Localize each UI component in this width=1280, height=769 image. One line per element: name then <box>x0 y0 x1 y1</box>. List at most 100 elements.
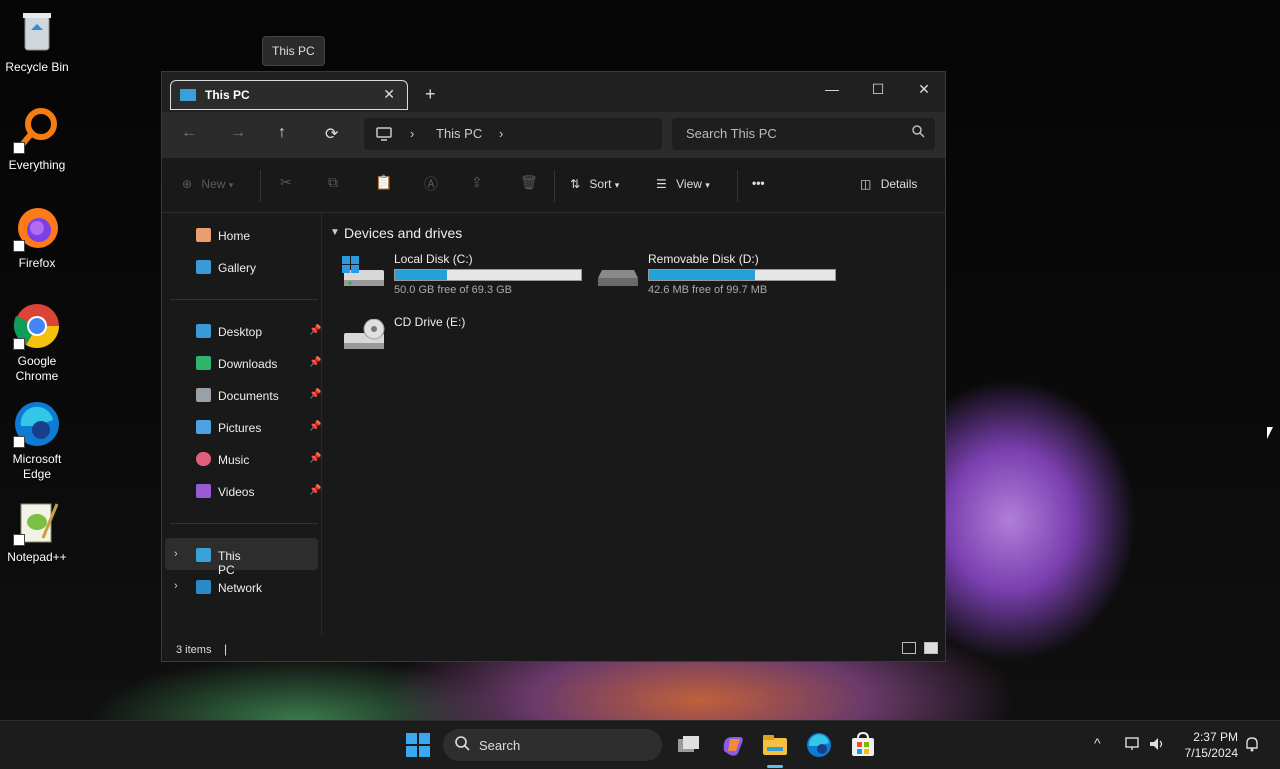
tab-close-button[interactable]: ✕ <box>383 86 395 103</box>
start-icon[interactable] <box>404 731 432 759</box>
desktop-icon-firefox[interactable]: Firefox <box>0 204 74 271</box>
copilot-icon[interactable] <box>718 731 746 759</box>
pictures-folder-icon <box>196 420 211 434</box>
drive-free-space: 42.6 MB free of 99.7 MB <box>648 284 768 296</box>
copy-icon[interactable]: ⧉ <box>328 174 338 191</box>
sort-label: Sort <box>589 177 612 191</box>
minimize-button[interactable]: — <box>812 77 852 101</box>
taskbar-search[interactable]: Search <box>443 729 662 761</box>
up-button[interactable]: ↑ <box>278 124 286 142</box>
notification-bell-icon[interactable] <box>1244 735 1260 753</box>
tooltip: This PC <box>262 36 325 66</box>
sidebar-item-label: Documents <box>218 389 279 403</box>
details-pane-icon: ◫ <box>860 177 872 191</box>
cd-drive-icon <box>344 319 385 349</box>
breadcrumb-separator[interactable]: › <box>410 126 414 141</box>
file-explorer-icon[interactable] <box>761 731 789 759</box>
group-header-devices-and-drives[interactable]: Devices and drives <box>344 225 462 241</box>
sidebar-item-label: Pictures <box>218 421 262 435</box>
search-icon <box>455 736 470 751</box>
drive-usage-fill <box>649 270 756 280</box>
address-field[interactable]: › This PC › <box>364 118 662 150</box>
show-hidden-icons-button[interactable]: ^ <box>1094 735 1101 751</box>
pin-icon[interactable]: 📌 <box>309 389 321 400</box>
desktop-icon-notepad-plus-plus[interactable]: Notepad++ <box>0 498 74 565</box>
desktop-icon-label: Firefox <box>18 256 56 270</box>
view-button[interactable]: ☰ View ▾ <box>656 177 710 191</box>
new-tab-button[interactable]: + <box>425 84 436 105</box>
volume-icon[interactable] <box>1148 736 1166 752</box>
drive-usage-bar <box>394 269 582 281</box>
desktop-icon-google-chrome[interactable]: Google Chrome <box>0 302 74 384</box>
removable-disk-icon <box>598 270 638 286</box>
taskbar-search-label: Search <box>479 738 521 753</box>
network-tray-icon[interactable] <box>1124 736 1142 752</box>
taskbar-clock[interactable]: 2:37 PM 7/15/2024 <box>1178 729 1238 761</box>
view-list-icon: ☰ <box>656 177 667 191</box>
desktop-icon-label: Google Chrome <box>15 354 59 383</box>
sort-button[interactable]: ⇅ Sort ▾ <box>570 177 619 191</box>
close-button[interactable]: ✕ <box>904 77 944 101</box>
desktop-icon-microsoft-edge[interactable]: Microsoft Edge <box>0 400 74 482</box>
details-button[interactable]: ◫ Details <box>860 177 917 191</box>
desktop-icon-everything[interactable]: Everything <box>0 106 74 173</box>
breadcrumb-separator[interactable]: › <box>499 126 503 141</box>
this-pc-icon <box>196 548 211 562</box>
monitor-icon <box>180 89 196 101</box>
microsoft-store-icon[interactable] <box>849 731 877 759</box>
file-explorer-window: This PC ✕ + — ☐ ✕ ← → ↑ ⟳ › This PC › Se… <box>161 71 946 662</box>
delete-icon[interactable]: 🗑 <box>520 174 538 191</box>
paste-icon[interactable]: 📋 <box>375 174 392 191</box>
gallery-icon <box>196 260 211 274</box>
drive-name: Removable Disk (D:) <box>648 252 759 266</box>
forward-button[interactable]: → <box>230 124 246 142</box>
chrome-icon <box>13 302 61 350</box>
more-options-button[interactable]: ••• <box>752 176 765 190</box>
drive-name: Local Disk (C:) <box>394 252 473 266</box>
drive-cd-drive-e[interactable]: CD Drive (E:) <box>342 315 542 351</box>
sidebar-item-label: This PC <box>218 549 241 577</box>
edge-icon[interactable] <box>805 731 833 759</box>
notepad-plus-plus-icon <box>13 498 61 546</box>
taskbar: Search ^ 2:37 PM 7/15/2024 <box>0 720 1280 769</box>
maximize-button[interactable]: ☐ <box>858 77 898 101</box>
chevron-down-icon[interactable]: ▼ <box>330 227 340 238</box>
drive-removable-disk-d[interactable]: Removable Disk (D:) 42.6 MB free of 99.7… <box>596 252 846 298</box>
sidebar-item-label: Downloads <box>218 357 278 371</box>
pin-icon[interactable]: 📌 <box>309 357 321 368</box>
pin-icon[interactable]: 📌 <box>309 421 321 432</box>
sort-icon: ⇅ <box>570 177 581 191</box>
pin-icon[interactable]: 📌 <box>309 485 321 496</box>
chevron-right-icon[interactable]: › <box>174 580 178 592</box>
task-view-icon[interactable] <box>674 731 702 759</box>
desktop-icon-label: Notepad++ <box>7 550 67 564</box>
desktop-icon-label: Microsoft Edge <box>12 452 62 481</box>
desktop-icon-recycle-bin[interactable]: Recycle Bin <box>0 8 74 75</box>
cut-icon[interactable]: ✂ <box>280 174 292 191</box>
pin-icon[interactable]: 📌 <box>309 453 321 464</box>
share-icon[interactable]: ⇪ <box>471 174 483 191</box>
everything-search-icon <box>13 106 61 154</box>
drive-usage-bar <box>648 269 836 281</box>
details-view-button[interactable] <box>902 642 916 654</box>
local-disk-icon <box>342 256 384 286</box>
rename-icon[interactable]: Ⓐ <box>424 174 438 194</box>
address-bar-row: ← → ↑ ⟳ › This PC › Search This PC <box>162 112 945 158</box>
sidebar-item-label: Home <box>218 229 251 243</box>
new-button[interactable]: ⊕ New ▾ <box>182 177 233 191</box>
large-icons-view-button[interactable] <box>924 642 938 654</box>
drive-local-disk-c[interactable]: Local Disk (C:) 50.0 GB free of 69.3 GB <box>342 252 592 298</box>
videos-folder-icon <box>196 484 211 498</box>
refresh-button[interactable]: ⟳ <box>325 124 338 144</box>
breadcrumb-this-pc[interactable]: This PC <box>436 126 482 141</box>
back-button[interactable]: ← <box>181 124 197 142</box>
sidebar-selection-highlight <box>165 538 318 570</box>
file-list: ▼ Devices and drives Local Disk (C:) 50.… <box>322 213 945 635</box>
shortcut-arrow-icon <box>13 534 25 546</box>
search-input[interactable]: Search This PC <box>672 118 935 150</box>
pin-icon[interactable]: 📌 <box>309 325 321 336</box>
clock-date: 7/15/2024 <box>1184 746 1238 760</box>
chevron-right-icon[interactable]: › <box>174 548 178 560</box>
tab-this-pc[interactable]: This PC ✕ <box>170 80 408 110</box>
shortcut-arrow-icon <box>13 338 25 350</box>
